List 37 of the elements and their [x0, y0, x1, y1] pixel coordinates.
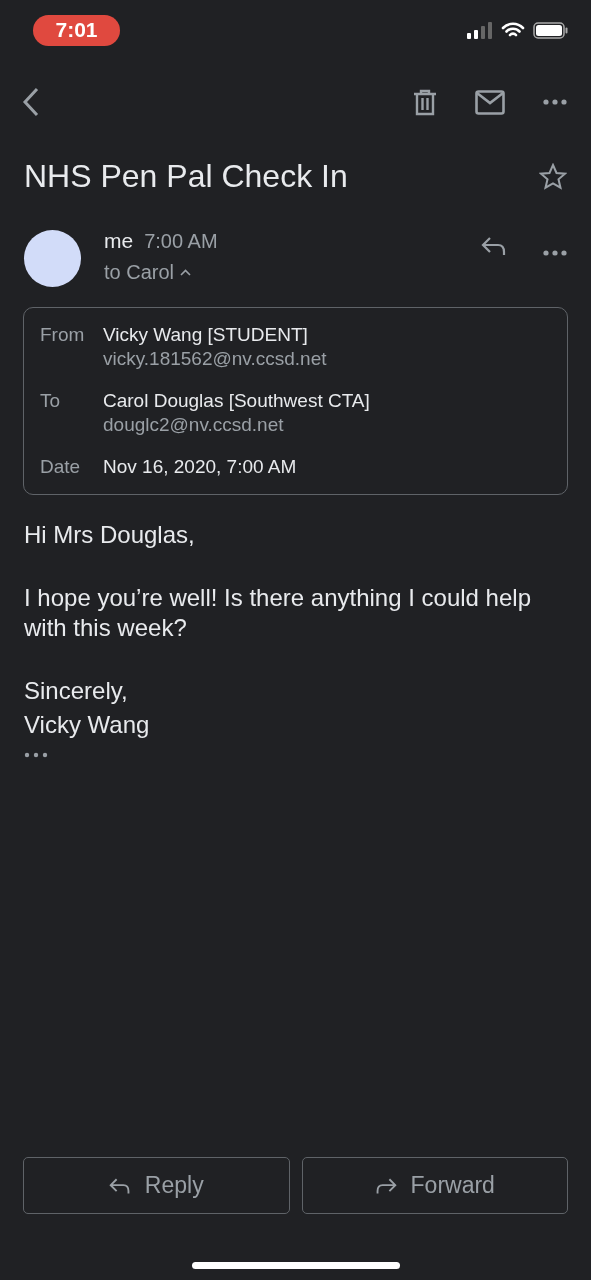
status-time: 7:01 [33, 14, 120, 46]
more-icon [543, 250, 567, 256]
reply-icon [481, 236, 507, 256]
forward-action-button[interactable]: Forward [301, 1157, 568, 1214]
reply-icon [108, 1176, 131, 1195]
detail-value: Carol Douglas [Southwest CTA] [103, 390, 371, 412]
avatar [24, 230, 81, 287]
message-text: Vicky Wang [24, 710, 151, 740]
detail-value: Vicky Wang [STUDENT] [103, 324, 309, 346]
signal-icon [467, 21, 493, 39]
detail-label: From [40, 324, 86, 347]
caret-icon [180, 269, 192, 276]
sender-name: me [104, 229, 134, 253]
sent-time: 7:00 AM [144, 230, 218, 253]
back-button[interactable] [22, 87, 40, 117]
message-text: I hope you’re well! Is there anything I could help with this week? [24, 583, 532, 643]
star-button[interactable] [539, 162, 567, 190]
email-address: douglc2@nv.ccsd.net [103, 414, 285, 436]
reply-button[interactable] [481, 236, 507, 256]
battery-icon [533, 21, 569, 39]
more-icon [543, 99, 567, 105]
trash-button[interactable] [413, 88, 437, 116]
message-text: Hi Mrs Douglas, [24, 520, 196, 550]
message-more-button[interactable] [543, 250, 567, 256]
mail-button[interactable] [475, 89, 505, 115]
detail-label: To [40, 390, 62, 413]
message-text: Sincerely, [24, 676, 129, 706]
show-trimmed-button[interactable] [24, 752, 48, 758]
email-subject: NHS Pen Pal Check In [24, 157, 349, 195]
more-button[interactable] [543, 99, 567, 105]
reply-action-button[interactable]: Reply [23, 1157, 290, 1214]
forward-icon [374, 1176, 397, 1195]
email-address: vicky.181562@nv.ccsd.net [103, 348, 328, 370]
recipient-toggle[interactable]: to Carol [104, 261, 458, 284]
detail-value: Nov 16, 2020, 7:00 AM [103, 456, 298, 478]
wifi-icon [501, 21, 525, 39]
detail-label: Date [40, 456, 82, 478]
